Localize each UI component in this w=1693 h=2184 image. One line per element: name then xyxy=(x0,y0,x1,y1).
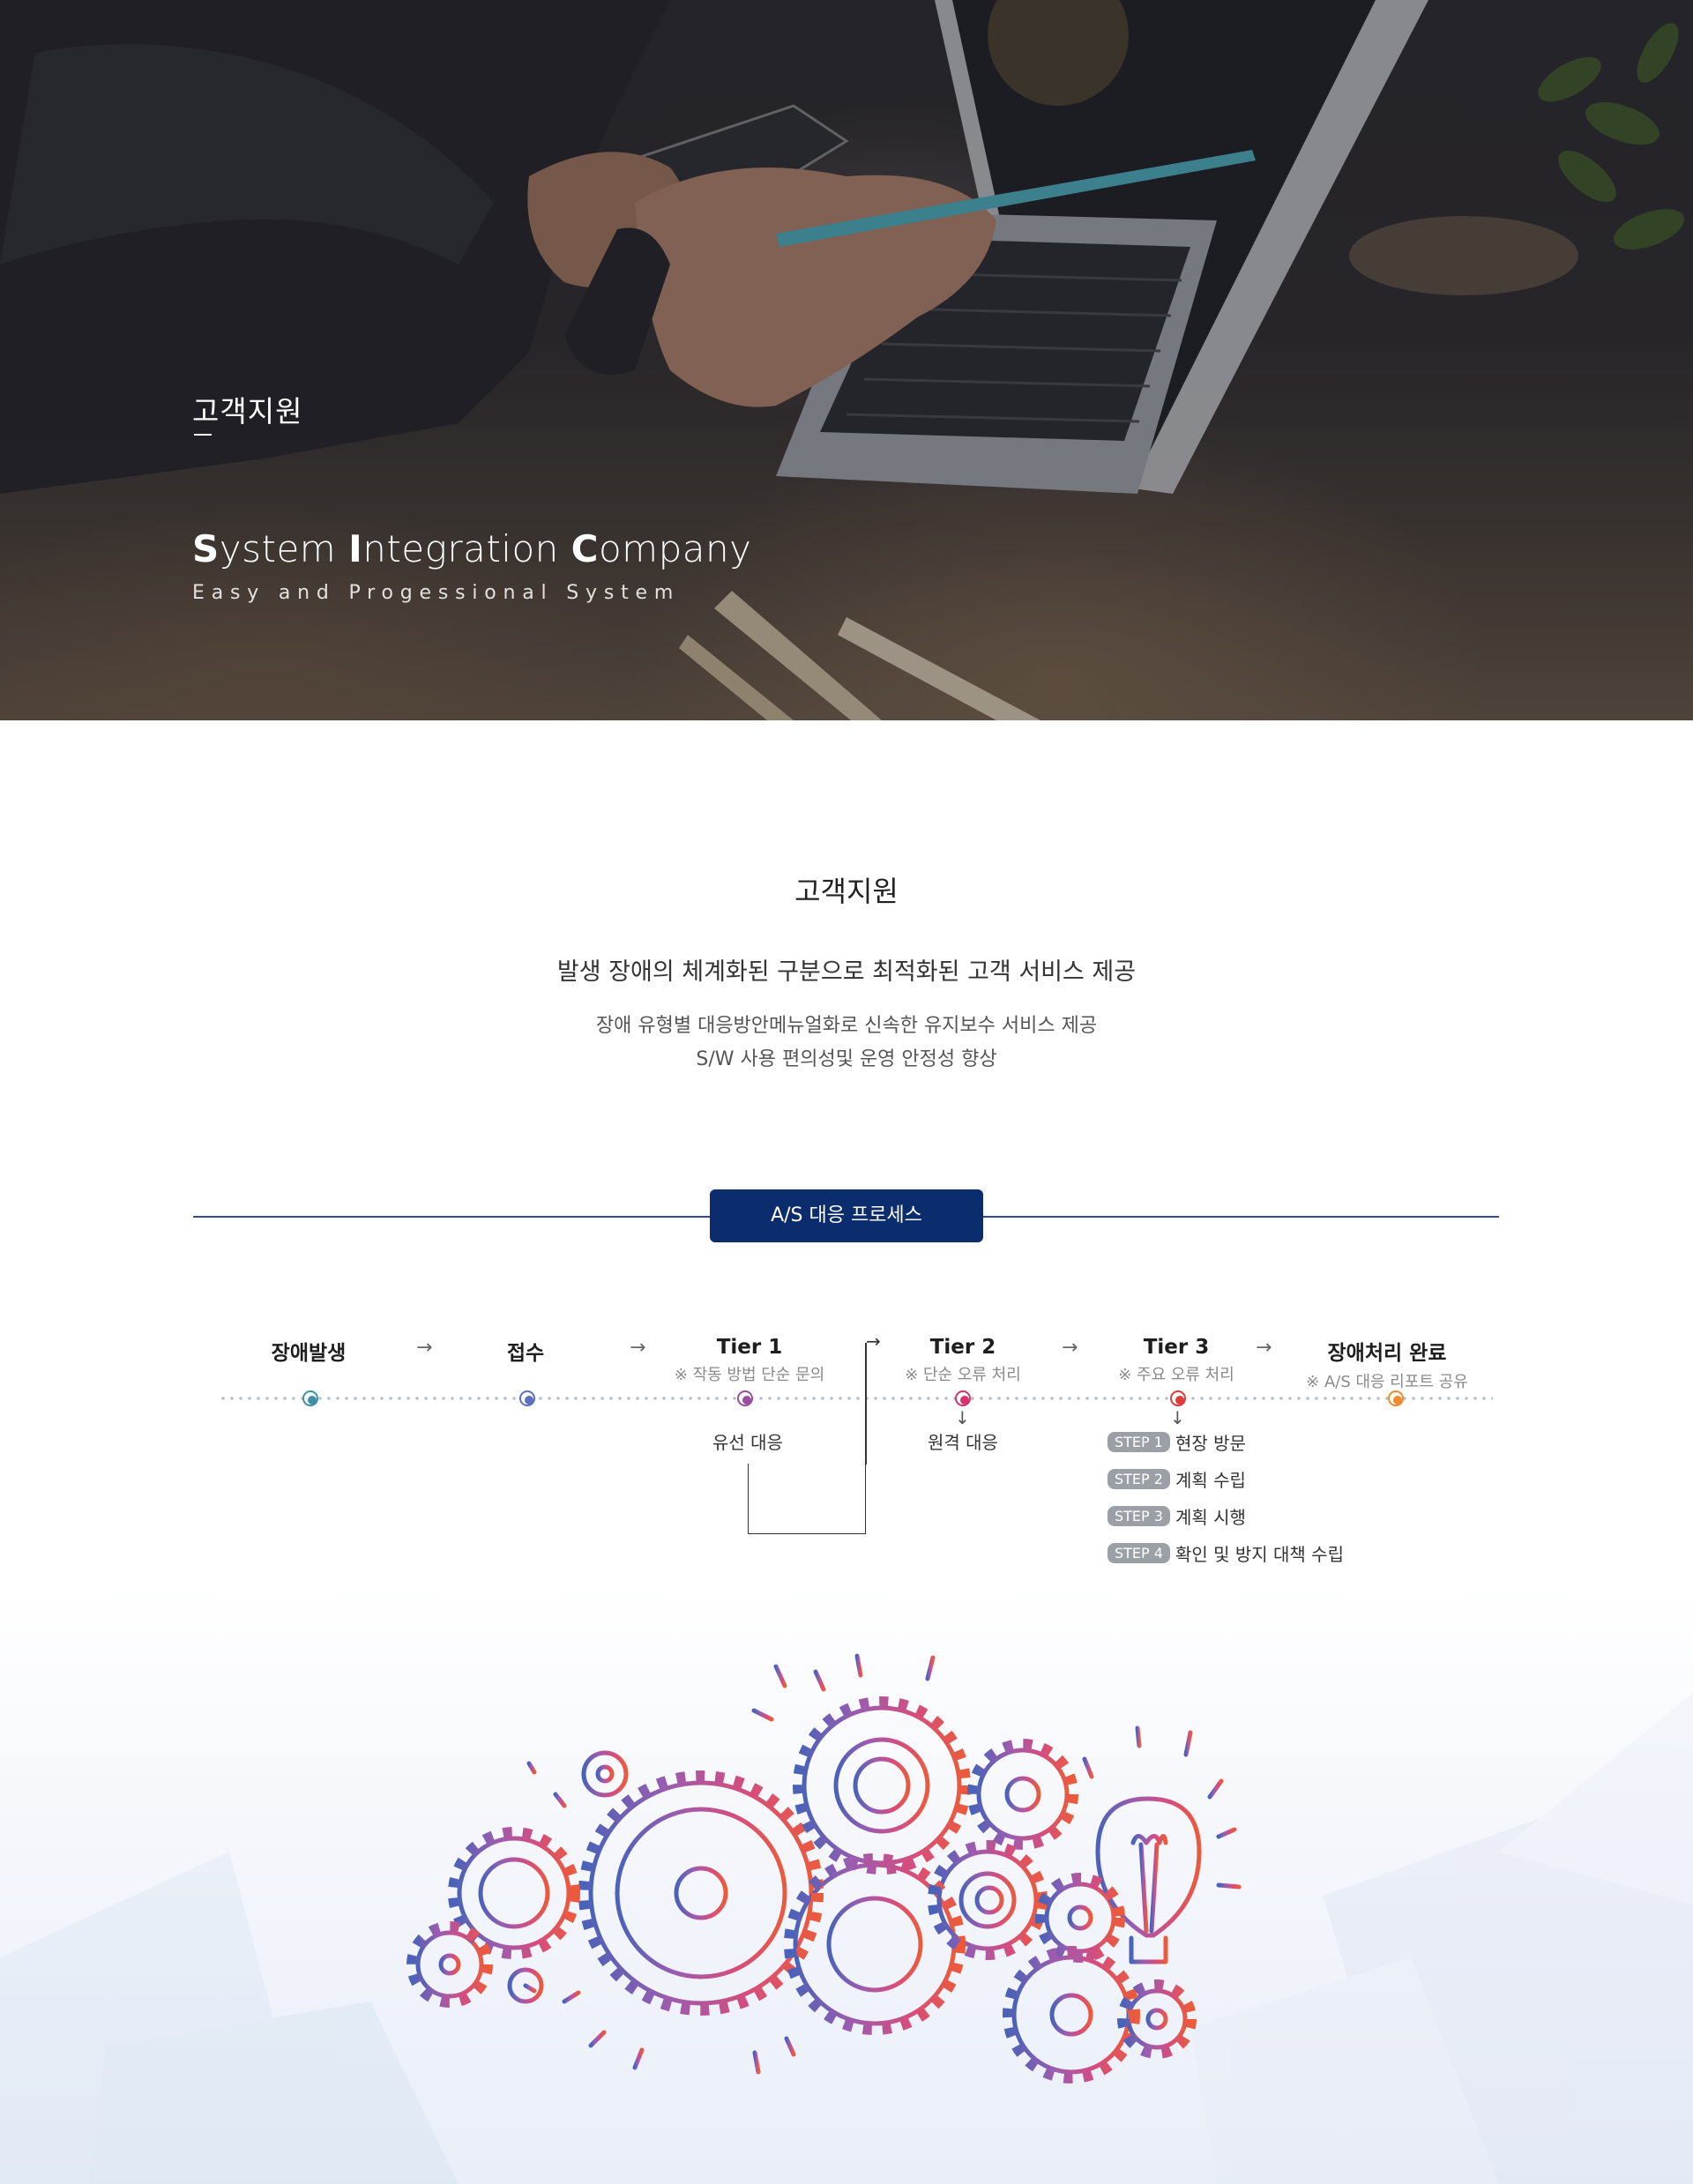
stage-reception: 접수 xyxy=(411,1336,640,1366)
arrow-right-icon: → xyxy=(1062,1337,1078,1359)
arrow-down-icon: ↓ xyxy=(955,1407,970,1428)
section-title: 고객지원 xyxy=(794,875,899,908)
step-badge: STEP 3 xyxy=(1108,1505,1170,1526)
tier3-step-1: STEP 1 현장 방문 xyxy=(1108,1429,1246,1454)
company-word-c: ompany xyxy=(598,527,752,570)
hero-title-underline xyxy=(194,434,212,436)
stage-title: Tier 2 xyxy=(929,1336,996,1359)
section-headline: 발생 장애의 체계화된 구분으로 최적화된 고객 서비스 제공 xyxy=(556,958,1137,986)
company-initial-i: I xyxy=(348,527,363,570)
gears-lightbulb-illustration xyxy=(0,1648,1693,2184)
timeline-node xyxy=(302,1390,318,1406)
tier1-action-label: 유선 대응 xyxy=(712,1432,783,1453)
timeline-node xyxy=(1388,1390,1404,1406)
timeline-dotted-line xyxy=(219,1397,1493,1400)
process-badge: A/S 대응 프로세스 xyxy=(710,1189,983,1242)
stage-fault-occurrence: 장애발생 xyxy=(194,1336,423,1366)
tier3-step-4: STEP 4 확인 및 방지 대책 수립 xyxy=(1108,1540,1344,1565)
arrow-right-icon: → xyxy=(630,1337,646,1359)
stage-tier-1: Tier 1 ※ 작동 방법 단순 문의 xyxy=(635,1336,864,1385)
step-badge: STEP 4 xyxy=(1108,1542,1170,1563)
gears-illustration-area xyxy=(0,1587,1693,2184)
hero-subtitle: Easy and Progessional System xyxy=(192,582,681,604)
step-text: 현장 방문 xyxy=(1175,1432,1246,1454)
stage-title: Tier 1 xyxy=(716,1336,783,1359)
stage-note: ※ 작동 방법 단순 문의 xyxy=(674,1366,825,1384)
arrow-down-icon: ↓ xyxy=(1170,1407,1185,1428)
company-initial-s: S xyxy=(192,527,220,570)
company-word-i: ntegration xyxy=(362,527,571,570)
stage-resolution-complete: 장애처리 완료 ※ A/S 대응 리포트 공유 xyxy=(1272,1336,1502,1392)
hero-company-name: System Integration Company xyxy=(192,527,751,570)
step-badge: STEP 2 xyxy=(1108,1468,1170,1489)
section-description-line-1: 장애 유형별 대응방안메뉴얼화로 신속한 유지보수 서비스 제공 xyxy=(595,1015,1098,1037)
timeline-node xyxy=(519,1390,535,1406)
stage-note: ※ 주요 오류 처리 xyxy=(1118,1366,1234,1384)
stage-title: 접수 xyxy=(506,1342,545,1365)
hero-title: 고객지원 xyxy=(192,394,303,429)
arrow-right-icon: → xyxy=(416,1337,433,1359)
arrow-right-icon: → xyxy=(1256,1337,1272,1359)
tier3-step-2: STEP 2 계획 수립 xyxy=(1108,1466,1246,1491)
escalation-connector xyxy=(748,1464,866,1534)
step-text: 계획 시행 xyxy=(1175,1506,1246,1528)
arrow-right-icon: → xyxy=(866,1331,881,1352)
step-text: 계획 수립 xyxy=(1175,1469,1246,1491)
step-text: 확인 및 방지 대책 수립 xyxy=(1175,1543,1344,1565)
hero-banner: 고객지원 System Integration Company Easy and… xyxy=(0,0,1693,720)
escalation-connector-riser xyxy=(865,1343,867,1465)
hero-background-illustration xyxy=(0,0,1693,720)
timeline-node xyxy=(1170,1390,1186,1406)
stage-tier-2: Tier 2 ※ 단순 오류 처리 xyxy=(848,1336,1078,1385)
tier3-step-3: STEP 3 계획 시행 xyxy=(1108,1503,1246,1528)
section-description-line-2: S/W 사용 편의성및 운영 안정성 향상 xyxy=(696,1048,997,1070)
stage-note: ※ 단순 오류 처리 xyxy=(905,1366,1021,1384)
company-word-s: ystem xyxy=(219,527,349,570)
stage-title: 장애발생 xyxy=(271,1342,347,1365)
stage-note: ※ A/S 대응 리포트 공유 xyxy=(1306,1373,1468,1391)
timeline-node xyxy=(737,1390,753,1406)
company-initial-c: C xyxy=(571,527,599,570)
tier2-action-label: 원격 대응 xyxy=(928,1432,998,1453)
step-badge: STEP 1 xyxy=(1108,1431,1170,1452)
stage-title: 장애처리 완료 xyxy=(1327,1342,1447,1365)
timeline-node xyxy=(955,1390,971,1406)
